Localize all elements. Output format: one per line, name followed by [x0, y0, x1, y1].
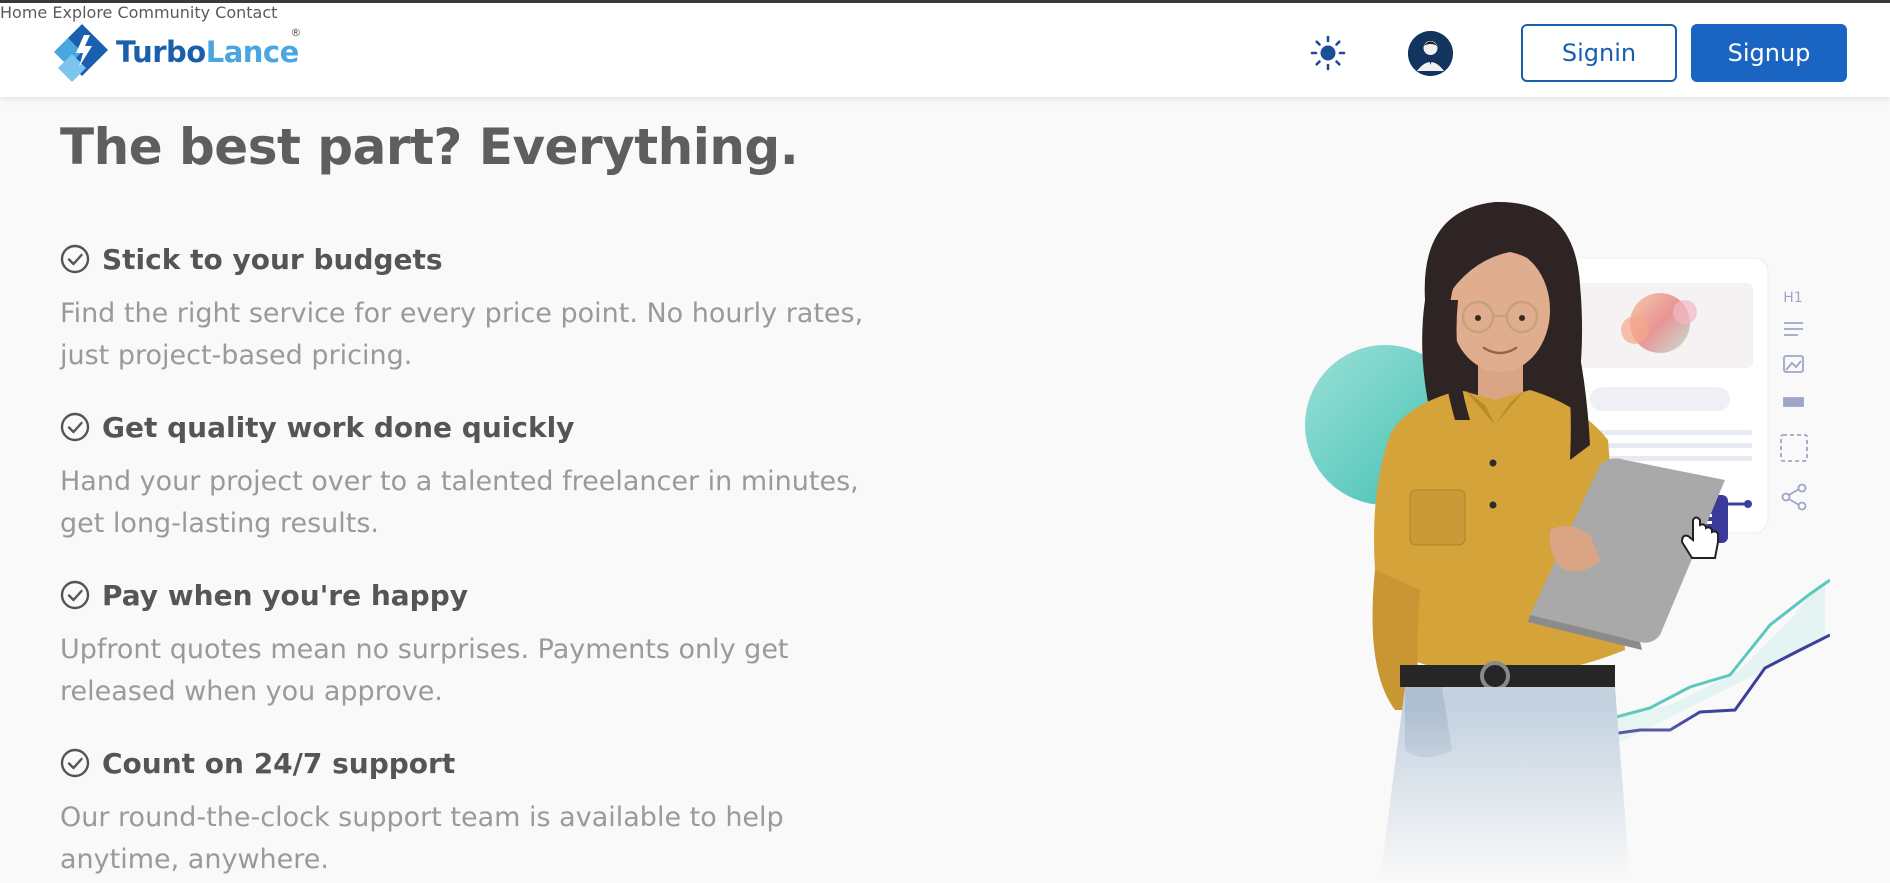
registered-mark: ® — [290, 26, 301, 39]
feature-item: Get quality work done quickly Hand your … — [60, 409, 920, 545]
turbolance-logo-icon — [54, 24, 108, 82]
bottom-fade-overlay — [1230, 190, 1830, 880]
signin-button[interactable]: Signin — [1521, 24, 1677, 82]
nav-home[interactable]: Home — [0, 3, 47, 22]
feature-title: Get quality work done quickly — [102, 410, 575, 444]
check-circle-icon — [60, 412, 90, 442]
feature-item: Stick to your budgets Find the right ser… — [60, 241, 920, 377]
signup-button[interactable]: Signup — [1691, 24, 1847, 82]
check-circle-icon — [60, 748, 90, 778]
feature-title: Pay when you're happy — [102, 578, 468, 612]
user-avatar-icon[interactable] — [1408, 31, 1453, 76]
check-circle-icon — [60, 580, 90, 610]
page-title: The best part? Everything. — [60, 118, 799, 176]
feature-description: Find the right service for every price p… — [60, 298, 864, 371]
check-circle-icon — [60, 244, 90, 274]
logo-text: TurboLance ® — [116, 26, 301, 69]
feature-title: Count on 24/7 support — [102, 746, 456, 780]
feature-description: Upfront quotes mean no surprises. Paymen… — [60, 634, 789, 707]
logo-text-turbo: Turbo — [116, 35, 206, 69]
nav-contact[interactable]: Contact — [215, 3, 277, 22]
top-navbar: TurboLance ® Home Explore Community Conta… — [0, 0, 1890, 97]
feature-item: Pay when you're happy Upfront quotes mea… — [60, 577, 920, 713]
avatar-figure — [1408, 31, 1453, 76]
feature-item: Count on 24/7 support Our round-the-cloc… — [60, 745, 920, 881]
feature-title: Stick to your budgets — [102, 242, 443, 276]
feature-description: Our round-the-clock support team is avai… — [60, 802, 784, 875]
logo-text-lance: Lance — [205, 35, 300, 69]
hero-illustration: H1 — [1230, 190, 1830, 880]
sun-icon[interactable] — [1310, 35, 1346, 71]
feature-description: Hand your project over to a talented fre… — [60, 466, 859, 539]
logo[interactable]: TurboLance ® — [46, 21, 301, 83]
nav-explore-community[interactable]: Explore Community — [52, 3, 210, 22]
